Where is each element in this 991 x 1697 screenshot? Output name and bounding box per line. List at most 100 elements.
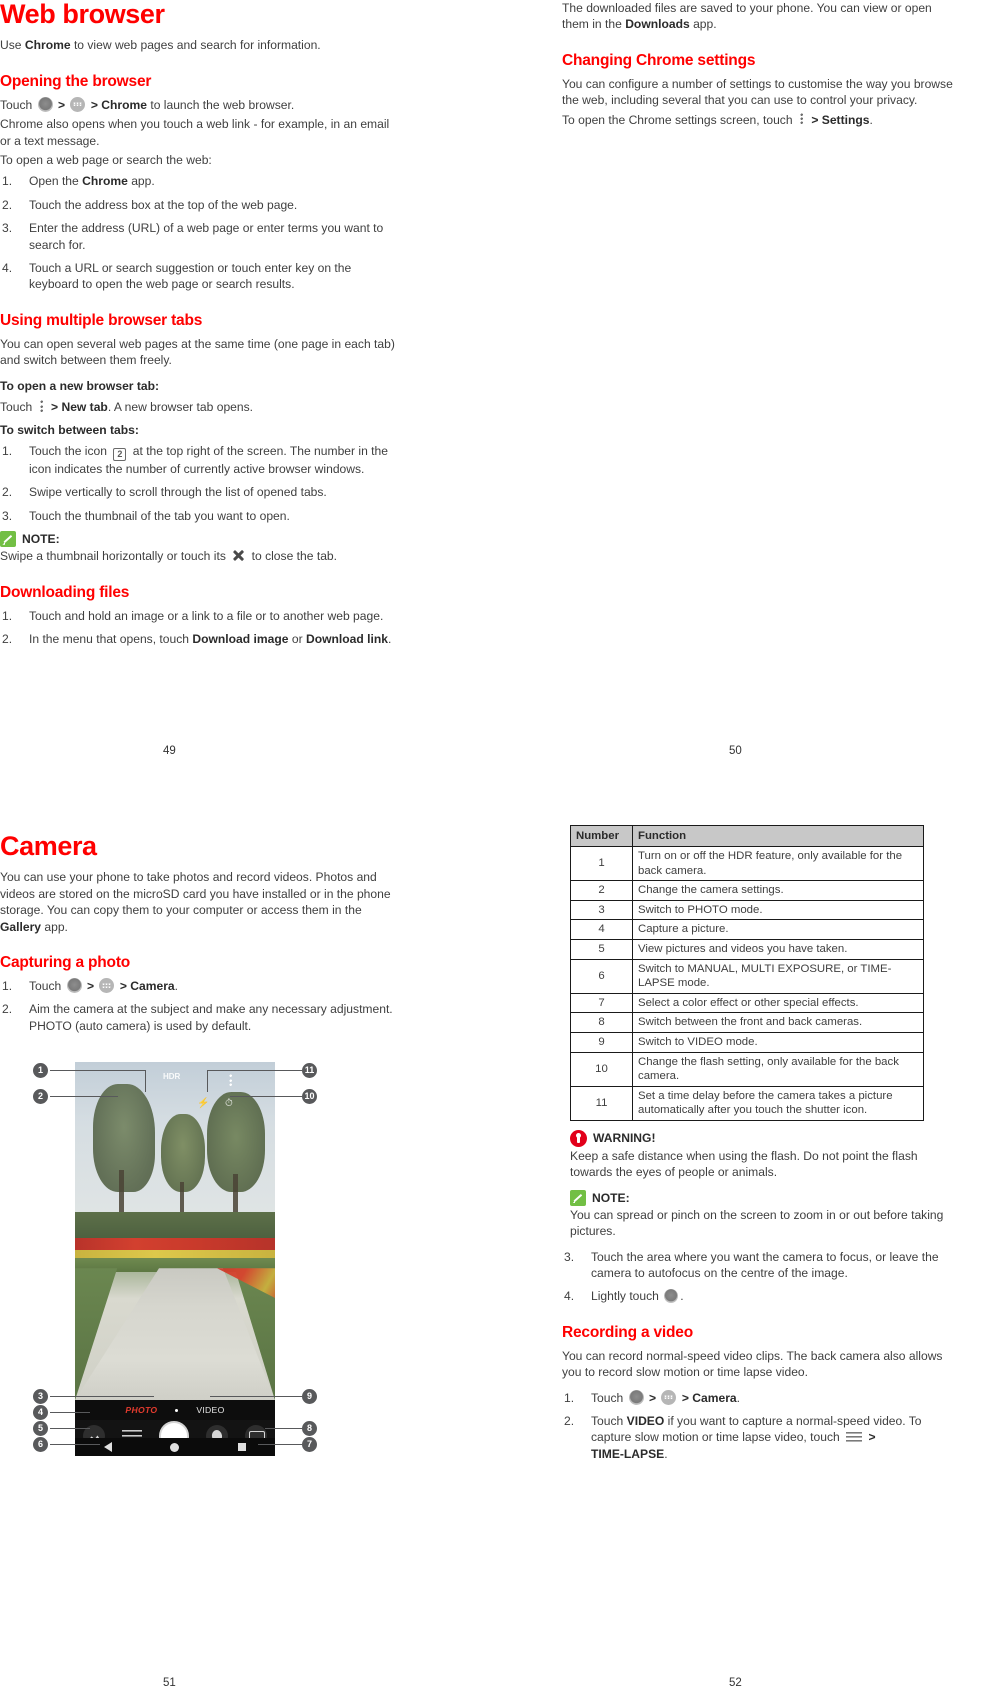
mode-photo[interactable]: PHOTO <box>125 1405 157 1415</box>
callout-10: 10 <box>302 1089 317 1105</box>
flash-icon[interactable]: ⚡ <box>197 1098 209 1110</box>
step-text: Touch <box>591 1414 627 1429</box>
subheading-text: To open a new browser tab: <box>0 378 160 393</box>
cell-function: Change the camera settings. <box>632 880 924 901</box>
table-row: 2 Change the camera settings. <box>570 880 924 901</box>
chevron-separator: > <box>868 1430 876 1445</box>
list-item: 1. Open the Chrome app. <box>0 173 400 189</box>
page-title-camera: Camera <box>0 831 97 861</box>
android-navigation-bar <box>75 1438 275 1457</box>
switch-tabs-steps: 1. Touch the icon 2 at the top right of t… <box>0 443 400 524</box>
list-item: 1. Touch and hold an image or a link to a… <box>0 608 400 624</box>
camera-mode-bar[interactable]: PHOTO VIDEO <box>75 1400 275 1421</box>
camera-app-label: > Camera <box>681 1390 737 1405</box>
intro-pre: The downloaded files are saved to your p… <box>562 1 932 32</box>
shutter-button-icon <box>664 1289 679 1304</box>
table-row: 10 Change the flash setting, only availab… <box>570 1051 924 1087</box>
phone-screenshot: HDR ⚡ ⏱ PHOTO VIDEO <box>75 1062 275 1439</box>
step-text: Touch the icon <box>29 443 107 458</box>
mode-video[interactable]: VIDEO <box>196 1405 224 1415</box>
list-item: 1. Touch the icon 2 at the top right of t… <box>0 443 400 477</box>
step-text: In the menu that opens, touch <box>29 632 193 647</box>
opening-browser-steps: 1. Open the Chrome app. 2. Touch the addre… <box>0 173 400 292</box>
multiple-tabs-intro: You can open several web pages at the sa… <box>0 336 395 368</box>
leader-line <box>230 1096 302 1098</box>
gallery-app-label: Gallery <box>0 919 42 934</box>
step-number: 4. <box>564 1289 575 1304</box>
warning-body: Keep a safe distance when using the flas… <box>570 1148 918 1180</box>
cell-number: 1 <box>570 845 633 882</box>
table-row: 1 Turn on or off the HDR feature, only av… <box>570 845 924 882</box>
recents-icon[interactable] <box>237 1443 246 1452</box>
web-browser-intro: Use Chrome to view web pages and search … <box>0 37 400 53</box>
open-chrome-settings-line: To open the Chrome settings screen, touc… <box>562 111 962 128</box>
cell-number: 11 <box>570 1085 633 1121</box>
camera-intro: You can use your phone to take photos an… <box>0 869 400 935</box>
step-number: 1. <box>2 443 13 458</box>
apps-grid-icon <box>99 978 115 994</box>
camera-function-table: Number Function 1 Turn on or off the HDR … <box>570 825 924 1121</box>
chrome-opens-note: Chrome also opens when you touch a web l… <box>0 117 390 148</box>
settings-dots-icon[interactable] <box>225 1072 237 1088</box>
pencil-note-icon <box>0 531 16 548</box>
recording-video-steps: 1. Touch > > Camera. 2. Touch VIDEO if you… <box>562 1389 962 1463</box>
cell-function: Switch to VIDEO mode. <box>632 1031 924 1053</box>
leader-line <box>258 1444 302 1446</box>
shutter-button[interactable] <box>158 1421 189 1439</box>
step-number: 1. <box>2 174 13 189</box>
mode-list-icon[interactable] <box>122 1430 143 1439</box>
list-item: 2. Touch VIDEO if you want to capture a n… <box>562 1413 962 1462</box>
step-number: 2. <box>564 1414 575 1429</box>
callout-3: 3 <box>33 1389 48 1405</box>
page-49: Web browser Use Chrome to view web pages… <box>0 0 400 654</box>
intro-post: app. <box>689 17 717 32</box>
new-tab-post: . A new browser tab opens. <box>107 400 254 415</box>
page-50: The downloaded files are saved to your p… <box>562 0 962 131</box>
intro-pre: You can use your phone to take photos an… <box>0 870 391 918</box>
back-icon[interactable] <box>104 1442 113 1453</box>
note-header: NOTE: <box>0 531 400 548</box>
list-item: 2. Aim the camera at the subject and make… <box>0 1001 400 1034</box>
timer-icon[interactable]: ⏱ <box>225 1098 237 1110</box>
hdr-icon[interactable]: HDR <box>163 1072 180 1084</box>
cell-function: Change the flash setting, only available… <box>632 1051 924 1087</box>
note-callout-zoom: NOTE: You can spread or pinch on the scr… <box>570 1189 962 1240</box>
capturing-photo-steps-continued: 3. Touch the area where you want the came… <box>562 1249 962 1305</box>
section-opening-the-browser: Opening the browser <box>0 72 152 90</box>
mode-separator-dot <box>175 1408 179 1412</box>
step-text: Touch the thumbnail of the tab you want … <box>29 508 290 523</box>
list-item: 3. Touch the thumbnail of the tab you wan… <box>0 508 400 524</box>
home-icon[interactable] <box>170 1442 180 1452</box>
gallery-thumbnail-icon[interactable] <box>83 1425 106 1439</box>
yellow-flower-row <box>75 1250 275 1259</box>
leader-line <box>50 1412 90 1414</box>
warning-callout: WARNING! Keep a safe distance when using… <box>570 1129 962 1181</box>
hedge-row <box>75 1212 275 1239</box>
cell-number: 5 <box>570 938 633 960</box>
step-bold: Chrome <box>82 174 128 189</box>
opening-browser-touch-line: Touch > > Chrome to launch the web brows… <box>0 96 400 113</box>
red-flower-row <box>75 1238 275 1251</box>
downloaded-files-intro: The downloaded files are saved to your p… <box>562 0 962 33</box>
capturing-photo-steps: 1. Touch > > Camera. 2. Aim the camera at … <box>0 978 400 1034</box>
page-51: Camera You can use your phone to take ph… <box>0 820 400 1457</box>
launch-text: to launch the web browser. <box>146 97 295 112</box>
step-text: Touch <box>29 979 62 994</box>
settings-label: > Settings <box>811 112 870 127</box>
chrome-app-label: > Chrome <box>90 97 147 112</box>
color-effect-icon[interactable] <box>205 1425 228 1439</box>
switch-camera-icon[interactable] <box>244 1425 267 1439</box>
step-text: Lightly touch <box>591 1289 659 1304</box>
page-title-web-browser: Web browser <box>0 0 165 29</box>
mode-list-icon <box>846 1431 863 1443</box>
leader-line <box>50 1070 145 1072</box>
subheading-switch-tabs: To switch between tabs: <box>0 422 400 438</box>
step-text: Enter the address (URL) of a web page or… <box>29 221 384 252</box>
cell-function: Set a time delay before the camera takes… <box>632 1085 924 1121</box>
downloading-files-steps: 1. Touch and hold an image or a link to a… <box>0 608 400 648</box>
step-text-post: . <box>664 1446 668 1461</box>
home-icon <box>628 1389 644 1405</box>
tree <box>161 1114 205 1193</box>
open-web-page-lead-in: To open a web page or search the web: <box>0 153 212 168</box>
cell-number: 4 <box>570 919 633 940</box>
